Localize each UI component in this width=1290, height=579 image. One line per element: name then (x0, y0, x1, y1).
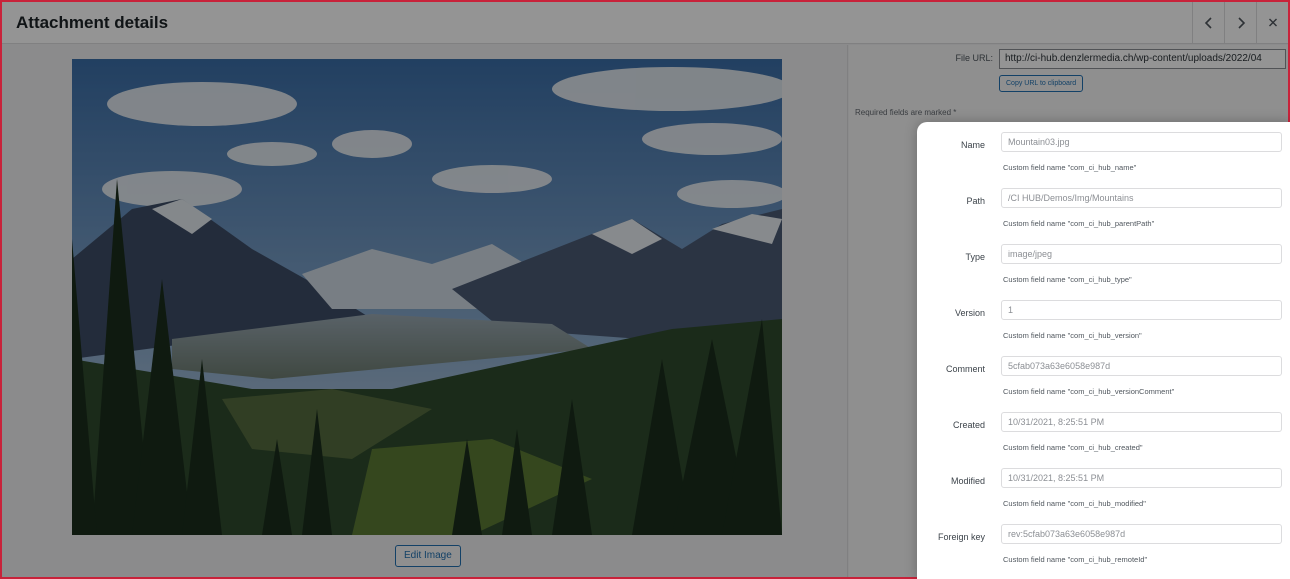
field-description: Custom field name "com_ci_hub_parentPath… (1003, 219, 1155, 228)
chevron-right-icon (1237, 17, 1245, 29)
field-description: Custom field name "com_ci_hub_version" (1003, 331, 1142, 340)
file-url-field[interactable]: http://ci-hub.denzlermedia.ch/wp-content… (999, 49, 1286, 69)
close-icon (1268, 18, 1277, 27)
required-fields-note: Required fields are marked * (855, 108, 957, 117)
field-label-name: Name (960, 140, 985, 150)
custom-fields-card: Name Custom field name "com_ci_hub_name"… (917, 122, 1290, 579)
field-label-modified: Modified (950, 476, 985, 486)
name-field[interactable] (1001, 132, 1282, 152)
field-label-created: Created (952, 420, 985, 430)
version-field[interactable] (1001, 300, 1282, 320)
field-description: Custom field name "com_ci_hub_versionCom… (1003, 387, 1175, 396)
path-field[interactable] (1001, 188, 1282, 208)
created-field[interactable] (1001, 412, 1282, 432)
file-url-label: File URL: (955, 53, 993, 63)
modal-title: Attachment details (16, 13, 169, 32)
close-button[interactable] (1256, 2, 1288, 44)
next-button[interactable] (1224, 2, 1256, 44)
field-description: Custom field name "com_ci_hub_modified" (1003, 499, 1146, 508)
modified-field[interactable] (1001, 468, 1282, 488)
field-description: Custom field name "com_ci_hub_remoteId" (1003, 555, 1148, 564)
field-description: Custom field name "com_ci_hub_name" (1003, 163, 1137, 172)
chevron-left-icon (1204, 17, 1212, 29)
field-description: Custom field name "com_ci_hub_created" (1003, 443, 1143, 452)
field-label-foreign-key: Foreign key (937, 532, 985, 542)
modal-header: Attachment details (2, 2, 1288, 44)
foreign-key-field[interactable] (1001, 524, 1282, 544)
attachment-preview: Edit Image (2, 45, 848, 577)
type-field[interactable] (1001, 244, 1282, 264)
field-label-version: Version (954, 308, 985, 318)
copy-url-button[interactable]: Copy URL to clipboard (999, 75, 1084, 92)
field-label-path: Path (966, 196, 985, 206)
field-label-comment: Comment (945, 364, 985, 374)
mountain-image (72, 59, 782, 535)
field-label-type: Type (965, 252, 985, 262)
comment-field[interactable] (1001, 356, 1282, 376)
previous-button[interactable] (1192, 2, 1224, 44)
field-description: Custom field name "com_ci_hub_type" (1003, 275, 1132, 284)
edit-image-button[interactable]: Edit Image (395, 545, 461, 567)
